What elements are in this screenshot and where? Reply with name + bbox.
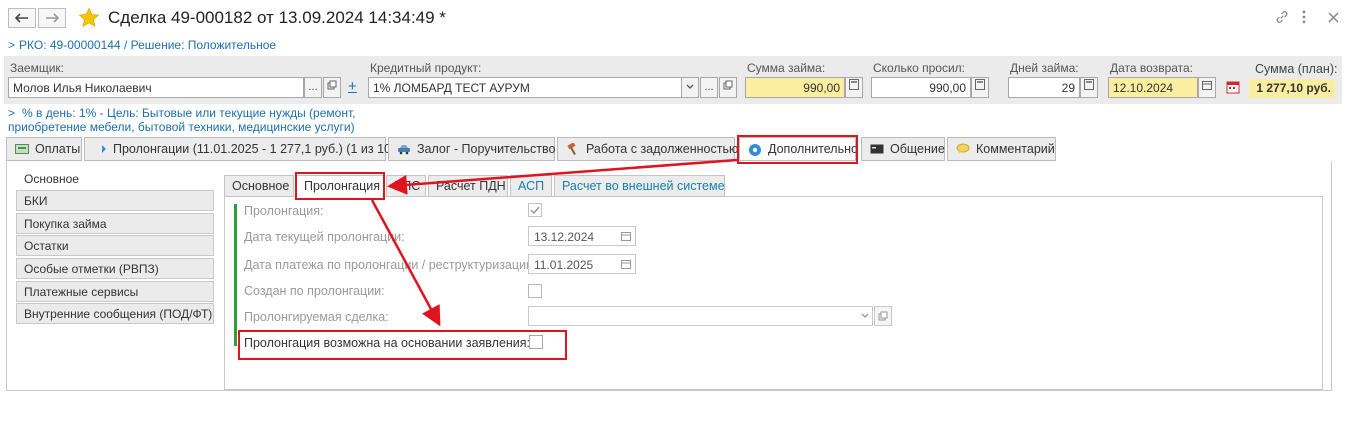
requested-calculator-button[interactable] bbox=[971, 77, 989, 98]
chevron-down-icon bbox=[861, 313, 869, 318]
arrow-left-icon bbox=[15, 13, 28, 23]
open-window-icon bbox=[327, 80, 337, 90]
payments-icon bbox=[15, 143, 29, 155]
sidemenu-item-payment-services[interactable]: Платежные сервисы bbox=[16, 281, 214, 302]
credit-product-label: Кредитный продукт: bbox=[370, 61, 482, 75]
credit-product-dropdown[interactable] bbox=[681, 77, 699, 98]
tab-debt-work[interactable]: Работа с задолженностью bbox=[557, 137, 738, 161]
return-date-field[interactable]: 12.10.2024 bbox=[1108, 77, 1198, 98]
loan-days-label: Дней займа: bbox=[1010, 61, 1079, 75]
sidemenu-item-loan-purchase[interactable]: Покупка займа bbox=[16, 213, 214, 234]
subtab-asp[interactable]: АСП bbox=[510, 175, 552, 197]
tab-prolongations[interactable]: Пролонгации (11.01.2025 - 1 277,1 руб.) … bbox=[84, 137, 395, 161]
sidemenu-item-main[interactable]: Основное bbox=[16, 168, 214, 189]
prolongation-label: Пролонгация: bbox=[244, 204, 324, 218]
calendar-icon[interactable] bbox=[621, 259, 631, 269]
return-date-calendar-button[interactable] bbox=[1198, 77, 1216, 98]
tab-communication[interactable]: Общение bbox=[861, 137, 945, 161]
highlight-prolongation-possible bbox=[238, 330, 567, 360]
credit-product-open-button[interactable] bbox=[719, 77, 737, 98]
close-icon[interactable] bbox=[1328, 12, 1339, 23]
calendar-icon[interactable] bbox=[621, 231, 631, 241]
prolongation-checkbox[interactable] bbox=[528, 203, 542, 217]
prolonged-deal-dropdown[interactable] bbox=[857, 306, 873, 326]
add-borrower-button[interactable]: + bbox=[348, 78, 357, 95]
loan-amount-label: Сумма займа: bbox=[747, 61, 826, 75]
red-calendar-icon[interactable] bbox=[1226, 80, 1240, 94]
calculator-icon bbox=[975, 79, 985, 90]
prolonged-deal-label: Пролонгируемая сделка: bbox=[244, 310, 389, 324]
subtab-pdn[interactable]: Расчет ПДН bbox=[428, 175, 508, 197]
sidemenu-item-special-marks[interactable]: Особые отметки (РВПЗ) bbox=[16, 258, 214, 279]
info-link[interactable]: > РКО: 49-00000144 / Решение: Положительн… bbox=[8, 38, 276, 52]
highlight-additional-tab bbox=[737, 135, 858, 164]
inner-panel bbox=[224, 196, 1323, 390]
open-window-icon bbox=[878, 311, 888, 321]
purpose-link[interactable]: > % в день: 1% - Цель: Бытовые или текущ… bbox=[8, 106, 355, 134]
loan-days-calculator-button[interactable] bbox=[1080, 77, 1098, 98]
prolonged-deal-open-button[interactable] bbox=[874, 306, 892, 326]
open-window-icon bbox=[723, 80, 733, 90]
hammer-icon bbox=[566, 142, 580, 155]
created-by-prolongation-checkbox[interactable] bbox=[528, 284, 542, 298]
loan-amount-field[interactable]: 990,00 bbox=[745, 77, 845, 98]
requested-label: Сколько просил: bbox=[873, 61, 965, 75]
requested-field[interactable]: 990,00 bbox=[871, 77, 971, 98]
payment-date-label: Дата платежа по пролонгации / реструктур… bbox=[244, 258, 537, 272]
borrower-field[interactable]: Молов Илья Николаевич bbox=[8, 77, 304, 98]
loan-days-field[interactable]: 29 bbox=[1008, 77, 1080, 98]
planned-sum-value: 1 277,10 руб. bbox=[1249, 79, 1335, 98]
sidemenu-item-bki[interactable]: БКИ bbox=[16, 190, 214, 211]
planned-sum-label: Сумма (план): bbox=[1255, 62, 1338, 76]
highlight-prolongation-subtab bbox=[295, 172, 385, 200]
link-icon[interactable] bbox=[1275, 10, 1289, 24]
borrower-label: Заемщик: bbox=[10, 61, 65, 75]
window-title: Сделка 49-000182 от 13.09.2024 14:34:49 … bbox=[108, 8, 446, 27]
subtab-bps[interactable]: БПС bbox=[386, 175, 426, 197]
return-date-label: Дата возврата: bbox=[1110, 61, 1194, 75]
borrower-open-button[interactable] bbox=[323, 77, 341, 98]
calculator-icon bbox=[849, 79, 859, 90]
terminal-icon bbox=[870, 143, 884, 155]
group-marker bbox=[234, 204, 237, 346]
current-prolongation-date-field[interactable]: 13.12.2024 bbox=[528, 226, 636, 246]
current-prolongation-date-label: Дата текущей пролонгации: bbox=[244, 230, 405, 244]
sidemenu-item-balances[interactable]: Остатки bbox=[16, 235, 214, 256]
created-by-prolongation-label: Создан по пролонгации: bbox=[244, 284, 385, 298]
calendar-icon bbox=[1202, 81, 1212, 90]
payment-date-field[interactable]: 11.01.2025 bbox=[528, 254, 636, 274]
borrower-select-button[interactable]: ... bbox=[304, 77, 322, 98]
arrow-right-icon bbox=[46, 13, 59, 23]
tab-payments[interactable]: Оплаты bbox=[6, 137, 82, 161]
forward-button[interactable] bbox=[38, 8, 66, 28]
car-icon bbox=[397, 143, 411, 155]
speech-bubble-icon bbox=[956, 143, 970, 155]
loan-amount-calculator-button[interactable] bbox=[845, 77, 863, 98]
more-menu-icon[interactable] bbox=[1301, 9, 1313, 25]
chevron-right-icon: > bbox=[8, 38, 16, 52]
tab-collateral[interactable]: Залог - Поручительство bbox=[388, 137, 555, 161]
calculator-icon bbox=[1084, 79, 1094, 90]
favorite-star-icon[interactable] bbox=[78, 7, 100, 29]
credit-product-select-button[interactable]: ... bbox=[700, 77, 718, 98]
back-button[interactable] bbox=[8, 8, 36, 28]
subtab-main[interactable]: Основное bbox=[224, 175, 294, 197]
chevron-right-icon: > bbox=[8, 106, 16, 120]
arrow-forward-icon bbox=[93, 143, 107, 155]
tab-comment[interactable]: Комментарий bbox=[947, 137, 1056, 161]
sidemenu-item-internal-messages[interactable]: Внутренние сообщения (ПОД/ФТ) bbox=[16, 303, 214, 324]
credit-product-field[interactable]: 1% ЛОМБАРД ТЕСТ АУРУМ bbox=[368, 77, 683, 98]
chevron-down-icon bbox=[686, 84, 694, 89]
subtab-external-calc[interactable]: Расчет во внешней системе bbox=[554, 175, 725, 197]
prolonged-deal-field[interactable] bbox=[528, 306, 873, 326]
